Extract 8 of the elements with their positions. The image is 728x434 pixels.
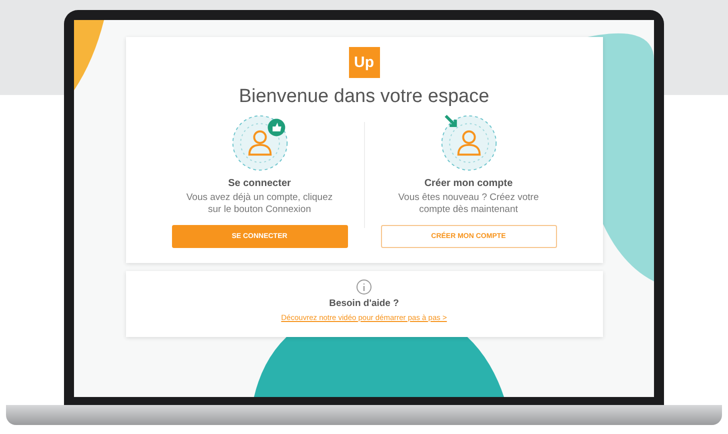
option-description: Vous avez déjà un compte, cliquez sur le bouton Connexion	[185, 192, 334, 217]
logo: Up	[348, 47, 380, 78]
help-heading: Besoin d'aide ?	[329, 298, 399, 309]
info-icon	[356, 278, 372, 295]
option-description: Vous êtes nouveau ? Créez votre compte dès maintenant	[397, 192, 540, 217]
option-heading: Se connecter	[228, 178, 291, 189]
option-heading: Créer mon compte	[424, 178, 513, 189]
welcome-title: Bienvenue dans votre espace	[238, 86, 490, 108]
